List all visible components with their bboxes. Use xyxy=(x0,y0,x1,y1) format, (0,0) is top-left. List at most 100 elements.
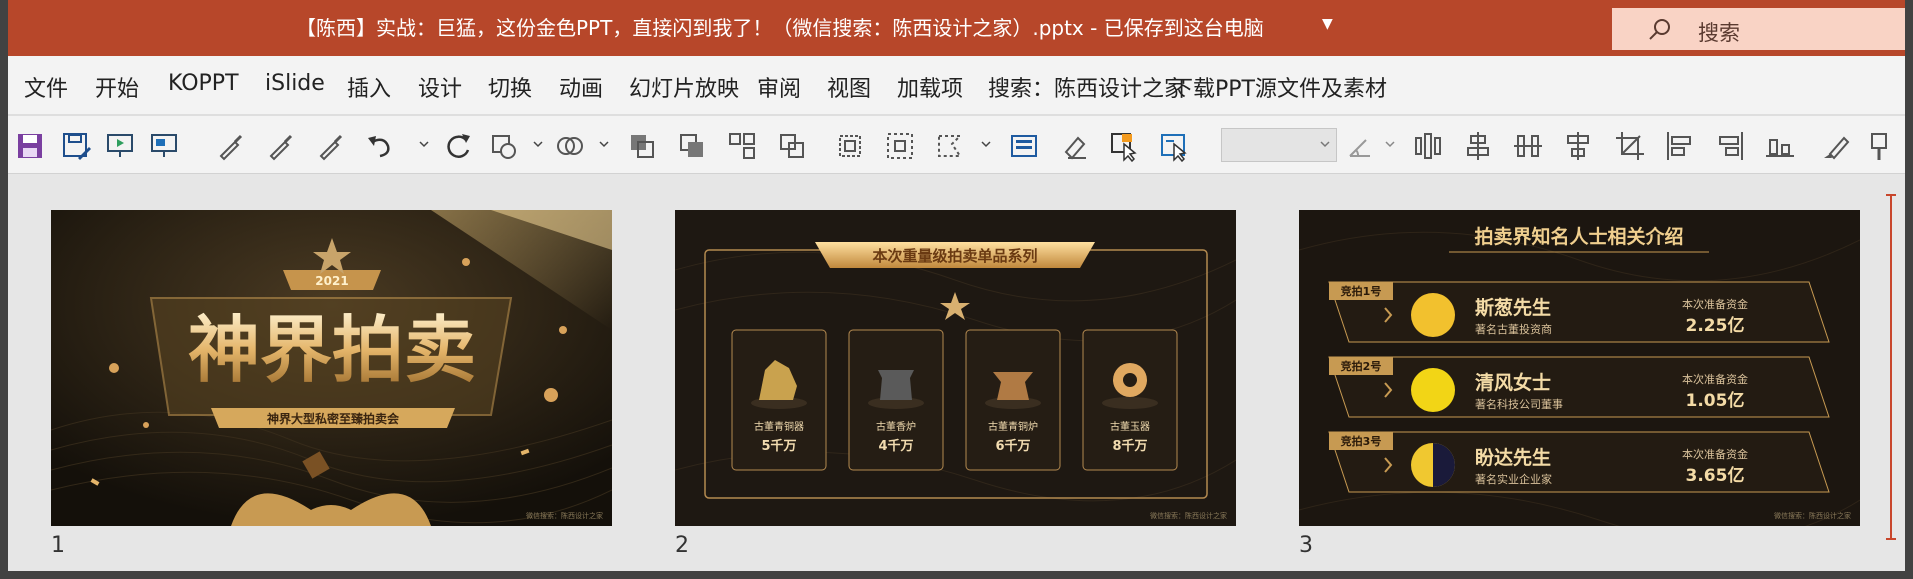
svg-text:6千万: 6千万 xyxy=(995,438,1030,454)
crop-icon[interactable] xyxy=(1614,130,1646,162)
bring-forward-icon[interactable] xyxy=(626,130,658,162)
slide1-year: 2021 xyxy=(315,274,348,288)
eyedropper-fill-icon[interactable] xyxy=(265,130,297,162)
slide-number-1: 1 xyxy=(51,533,65,558)
document-title[interactable]: 【陈西】实战：巨猛，这份金色PPT，直接闪到我了！（微信搜索：陈西设计之家）.p… xyxy=(296,12,1264,41)
distribute-vertical-icon[interactable] xyxy=(1512,130,1544,162)
undo-dropdown-icon[interactable] xyxy=(418,138,430,150)
merge-shapes-icon[interactable] xyxy=(554,130,586,162)
slide-thumbnail-2[interactable]: 本次重量级拍卖单品系列 古董青铜器 5千万 古董香炉 4千万 古董青铜炉 6千万… xyxy=(675,210,1236,526)
presenter-view-icon[interactable] xyxy=(148,130,180,162)
slideshow-from-start-icon[interactable] xyxy=(104,130,136,162)
text-box-icon[interactable] xyxy=(1008,130,1040,162)
tab-search-chenxi[interactable]: 搜索：陈西设计之家 xyxy=(988,71,1186,103)
svg-text:本次准备资金: 本次准备资金 xyxy=(1682,297,1748,311)
tab-slideshow[interactable]: 幻灯片放映 xyxy=(629,71,739,103)
svg-text:本次准备资金: 本次准备资金 xyxy=(1682,447,1748,461)
font-size-select[interactable] xyxy=(1221,128,1337,162)
powerpoint-window: 【陈西】实战：巨猛，这份金色PPT，直接闪到我了！（微信搜索：陈西设计之家）.p… xyxy=(0,0,1913,579)
select-pointer-icon[interactable] xyxy=(1108,130,1140,163)
rotate-dropdown-icon[interactable] xyxy=(1384,138,1396,150)
chevron-down-icon xyxy=(1320,141,1330,148)
tab-download[interactable]: 下载PPT源文件及素材 xyxy=(1171,71,1387,103)
select-objects-icon[interactable] xyxy=(884,130,916,162)
merge-dropdown-icon[interactable] xyxy=(598,138,610,150)
slide2-watermark: 微信搜索：陈西设计之家 xyxy=(1150,511,1227,520)
format-painter-tool-icon[interactable] xyxy=(1060,130,1092,162)
undo-icon[interactable] xyxy=(364,130,396,162)
slide1-title: 神界拍卖 xyxy=(188,308,476,392)
svg-text:8千万: 8千万 xyxy=(1112,438,1147,454)
tab-animations[interactable]: 动画 xyxy=(559,71,603,103)
align-center-icon[interactable] xyxy=(1462,130,1494,162)
svg-text:盼达先生: 盼达先生 xyxy=(1475,446,1551,469)
svg-text:著名实业企业家: 著名实业企业家 xyxy=(1475,472,1552,486)
slide3-person-3: 竞拍3号 盼达先生 著名实业企业家 本次准备资金 3.65亿 xyxy=(1328,431,1830,493)
slide2-item-1: 古董青铜器 5千万 xyxy=(731,329,827,471)
svg-text:竞拍1号: 竞拍1号 xyxy=(1341,284,1382,298)
save-icon[interactable] xyxy=(14,130,46,162)
svg-text:斯葱先生: 斯葱先生 xyxy=(1475,296,1551,319)
svg-text:2.25亿: 2.25亿 xyxy=(1686,315,1745,336)
search-icon xyxy=(1649,19,1670,40)
tab-islide[interactable]: iSlide xyxy=(265,71,325,96)
group-icon[interactable] xyxy=(726,130,758,162)
send-backward-icon[interactable] xyxy=(676,130,708,162)
shapes-dropdown-icon[interactable] xyxy=(532,138,544,150)
rotate-icon[interactable] xyxy=(1344,130,1376,162)
title-bar: 【陈西】实战：巨猛，这份金色PPT，直接闪到我了！（微信搜索：陈西设计之家）.p… xyxy=(0,0,1913,56)
align-bottom-icon[interactable] xyxy=(1764,130,1796,162)
save-as-icon[interactable] xyxy=(60,130,92,162)
tab-koppt[interactable]: KOPPT xyxy=(168,71,239,96)
select-dropdown-icon[interactable] xyxy=(980,138,992,150)
svg-text:竞拍2号: 竞拍2号 xyxy=(1341,359,1382,373)
svg-text:古董玉器: 古董玉器 xyxy=(1110,420,1150,433)
svg-text:4千万: 4千万 xyxy=(878,438,913,454)
tab-view[interactable]: 视图 xyxy=(827,71,871,103)
svg-text:古董香炉: 古董香炉 xyxy=(876,420,916,433)
vertical-scrollbar[interactable] xyxy=(1886,194,1896,540)
svg-text:1.05亿: 1.05亿 xyxy=(1686,390,1745,411)
slide3-person-2: 竞拍2号 清风女士 著名科技公司董事 本次准备资金 1.05亿 xyxy=(1328,356,1830,418)
quick-access-toolbar xyxy=(8,116,1905,174)
eyedropper-icon[interactable] xyxy=(215,130,247,162)
svg-text:清风女士: 清风女士 xyxy=(1475,371,1551,394)
tab-review[interactable]: 审阅 xyxy=(757,71,801,103)
crop-selection-icon[interactable] xyxy=(834,130,866,162)
format-painter-icon[interactable] xyxy=(1820,130,1852,162)
svg-text:古董青铜炉: 古董青铜炉 xyxy=(988,420,1038,433)
tab-file[interactable]: 文件 xyxy=(24,71,68,103)
freeform-select-icon[interactable] xyxy=(934,130,966,162)
tab-addins[interactable]: 加载项 xyxy=(897,71,963,103)
slide1-subtitle: 神界大型私密至臻拍卖会 xyxy=(267,411,400,426)
eyedropper-text-icon[interactable] xyxy=(315,130,347,162)
shapes-icon[interactable] xyxy=(488,130,520,162)
svg-text:3.65亿: 3.65亿 xyxy=(1686,465,1745,486)
slide3-title: 拍卖界知名人士相关介绍 xyxy=(1474,225,1683,248)
align-right-icon[interactable] xyxy=(1714,130,1746,162)
slide-thumbnail-1[interactable]: 2021 神界拍卖 神界大型私密至臻拍卖会 微信搜索：陈西设计之家 xyxy=(51,210,612,526)
tab-transitions[interactable]: 切换 xyxy=(488,71,532,103)
slide-number-2: 2 xyxy=(675,533,689,558)
redo-icon[interactable] xyxy=(442,130,474,162)
tab-home[interactable]: 开始 xyxy=(95,71,139,103)
svg-text:古董青铜器: 古董青铜器 xyxy=(754,420,804,433)
slide2-item-2: 古董香炉 4千万 xyxy=(848,329,944,471)
align-middle-icon[interactable] xyxy=(1562,130,1594,162)
distribute-horizontal-icon[interactable] xyxy=(1412,130,1444,162)
slide-thumbnail-3[interactable]: 拍卖界知名人士相关介绍 竞拍1号 斯葱先生 著名古董投资商 本次准备资金 2.2… xyxy=(1299,210,1860,526)
menu-bar: 文件 开始 KOPPT iSlide 插入 设计 切换 动画 幻灯片放映 审阅 … xyxy=(8,56,1905,114)
svg-text:著名科技公司董事: 著名科技公司董事 xyxy=(1475,397,1563,411)
tab-design[interactable]: 设计 xyxy=(418,71,462,103)
search-box[interactable]: 搜索 xyxy=(1612,8,1908,50)
svg-text:竞拍3号: 竞拍3号 xyxy=(1341,434,1382,448)
align-left-icon[interactable] xyxy=(1664,130,1696,162)
svg-text:5千万: 5千万 xyxy=(761,438,796,454)
brush-icon[interactable] xyxy=(1866,130,1898,162)
slide2-title: 本次重量级拍卖单品系列 xyxy=(872,247,1037,265)
selection-pane-icon[interactable] xyxy=(1158,130,1190,163)
tab-insert[interactable]: 插入 xyxy=(347,71,391,103)
title-dropdown-icon[interactable]: ▼ xyxy=(1322,16,1333,32)
slide-number-3: 3 xyxy=(1299,533,1313,558)
ungroup-icon[interactable] xyxy=(776,130,808,162)
